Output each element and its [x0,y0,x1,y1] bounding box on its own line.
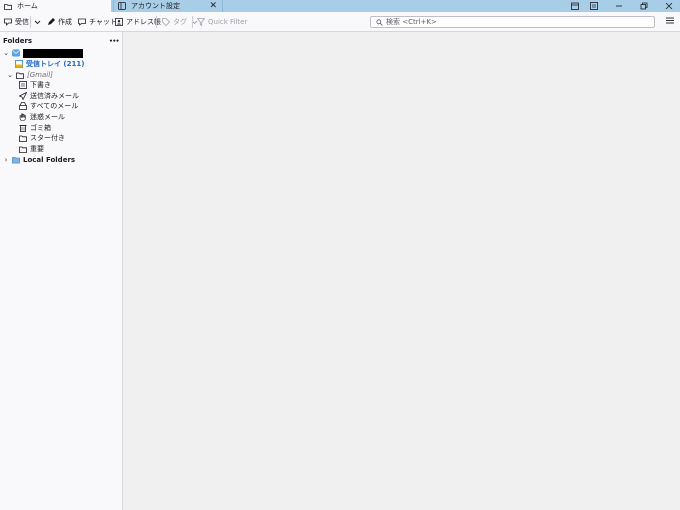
get-messages-dropdown[interactable] [33,15,41,29]
folder-inbox[interactable]: 受信トレイ (211) [15,59,84,69]
account-row[interactable]: ⌄ [3,48,83,58]
folder-starred-label: スター付き [30,134,65,142]
settings-page-icon [118,2,126,10]
folder-gmail-label: [Gmail] [27,71,53,79]
quick-filter-button[interactable]: Quick Filter [197,15,247,29]
tab-account-settings[interactable]: アカウント設定 ✕ [113,0,223,12]
folder-important[interactable]: 重要 [19,144,44,154]
address-book-button[interactable]: アドレス帳 [115,15,161,29]
quick-filter-label: Quick Filter [208,18,248,26]
folder-pane-header: Folders ••• [3,36,120,46]
folder-icon [19,145,27,153]
hamburger-icon [666,17,674,27]
folder-drafts-label: 下書き [30,81,51,89]
app-menu-button[interactable] [664,16,676,28]
download-icon [4,18,12,26]
trash-icon [19,124,27,132]
folder-all-mail[interactable]: すべてのメール [19,101,78,111]
folder-spam-label: 迷惑メール [30,113,65,121]
drafts-icon [19,81,27,89]
folder-trash[interactable]: ゴミ箱 [19,123,51,133]
search-placeholder: 検索 <Ctrl+K> [386,18,437,26]
get-messages-button[interactable]: 受信 [4,15,29,29]
tab-home-label: ホーム [17,2,38,10]
toolbar-divider [156,16,157,28]
restore-icon[interactable] [633,0,655,12]
minimize-icon[interactable] [608,0,630,12]
chat-label: チャット [89,18,117,26]
folder-pane: Folders ••• ⌄ 受信トレイ (211) ⌄ [Gmail] 下書き [0,32,123,510]
folder-pane-menu-button[interactable]: ••• [109,38,120,45]
inbox-icon [15,60,23,68]
folder-icon [12,156,20,164]
get-messages-label: 受信 [15,18,29,26]
folder-trash-label: ゴミ箱 [30,124,51,132]
title-bar: ホーム アカウント設定 ✕ [0,0,680,12]
archive-icon [19,102,27,110]
tag-label: タグ [173,18,187,26]
chevron-down-icon[interactable]: ⌄ [7,71,13,79]
spam-icon [19,113,27,121]
tasks-icon[interactable] [583,0,605,12]
tab-account-settings-label: アカウント設定 [131,2,180,10]
main-content-pane [124,32,680,510]
folder-icon [16,71,24,79]
toolbar-divider [192,16,193,28]
folder-sent-label: 送信済みメール [30,92,79,100]
chat-button[interactable]: チャット [78,15,117,29]
write-button[interactable]: 作成 [47,15,72,29]
folder-local-folders-label: Local Folders [23,156,76,164]
tag-icon [162,18,170,26]
folder-drafts[interactable]: 下書き [19,80,51,90]
folder-all-mail-label: すべてのメール [30,102,79,110]
toolbar-divider [30,16,31,28]
folder-local-folders[interactable]: › Local Folders [3,155,75,165]
mail-toolbar: 受信 作成 チャット アドレス帳 タグ Quick Filter 検索 <Ctr… [0,12,680,32]
close-window-icon[interactable] [658,0,680,12]
folder-gmail[interactable]: ⌄ [Gmail] [7,70,53,80]
folder-pane-title: Folders [3,37,33,45]
folder-inbox-label: 受信トレイ (211) [26,60,85,68]
search-input[interactable]: 検索 <Ctrl+K> [370,16,655,28]
close-tab-icon[interactable]: ✕ [209,0,217,12]
pencil-icon [47,18,55,26]
folder-starred[interactable]: スター付き [19,133,65,143]
folder-icon [19,134,27,142]
filter-icon [197,18,205,26]
mail-account-icon [12,49,20,57]
search-icon [375,18,383,26]
chevron-down-icon [33,18,41,26]
address-book-icon [115,18,123,26]
sent-icon [19,92,27,100]
account-name-redacted [23,48,83,58]
folder-important-label: 重要 [30,145,44,153]
chat-icon [78,18,86,26]
write-label: 作成 [58,18,72,26]
chevron-down-icon[interactable]: ⌄ [3,49,9,57]
folder-spam[interactable]: 迷惑メール [19,112,65,122]
chevron-right-icon[interactable]: › [3,156,9,164]
tab-home[interactable]: ホーム [0,0,111,12]
folder-icon [4,2,12,10]
folder-sent[interactable]: 送信済みメール [19,91,79,101]
